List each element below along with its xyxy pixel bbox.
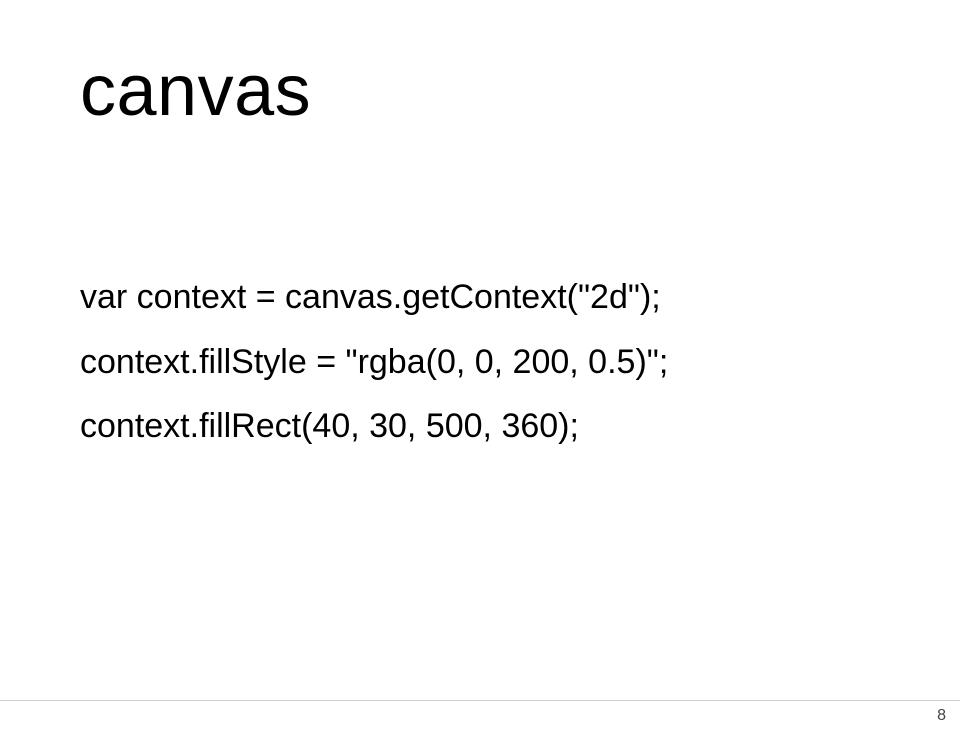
divider xyxy=(0,700,960,701)
slide-title: canvas xyxy=(80,50,311,132)
code-line-1: var context = canvas.getContext("2d"); xyxy=(80,265,668,330)
code-line-3: context.fillStyle = "rgba(0, 0, 200, 0.5… xyxy=(80,330,668,395)
slide: canvas var context = canvas.getContext("… xyxy=(0,0,960,733)
code-block: var context = canvas.getContext("2d"); c… xyxy=(80,265,668,459)
code-line-4: context.fillRect(40, 30, 500, 360); xyxy=(80,394,668,459)
page-number: 8 xyxy=(937,707,946,725)
